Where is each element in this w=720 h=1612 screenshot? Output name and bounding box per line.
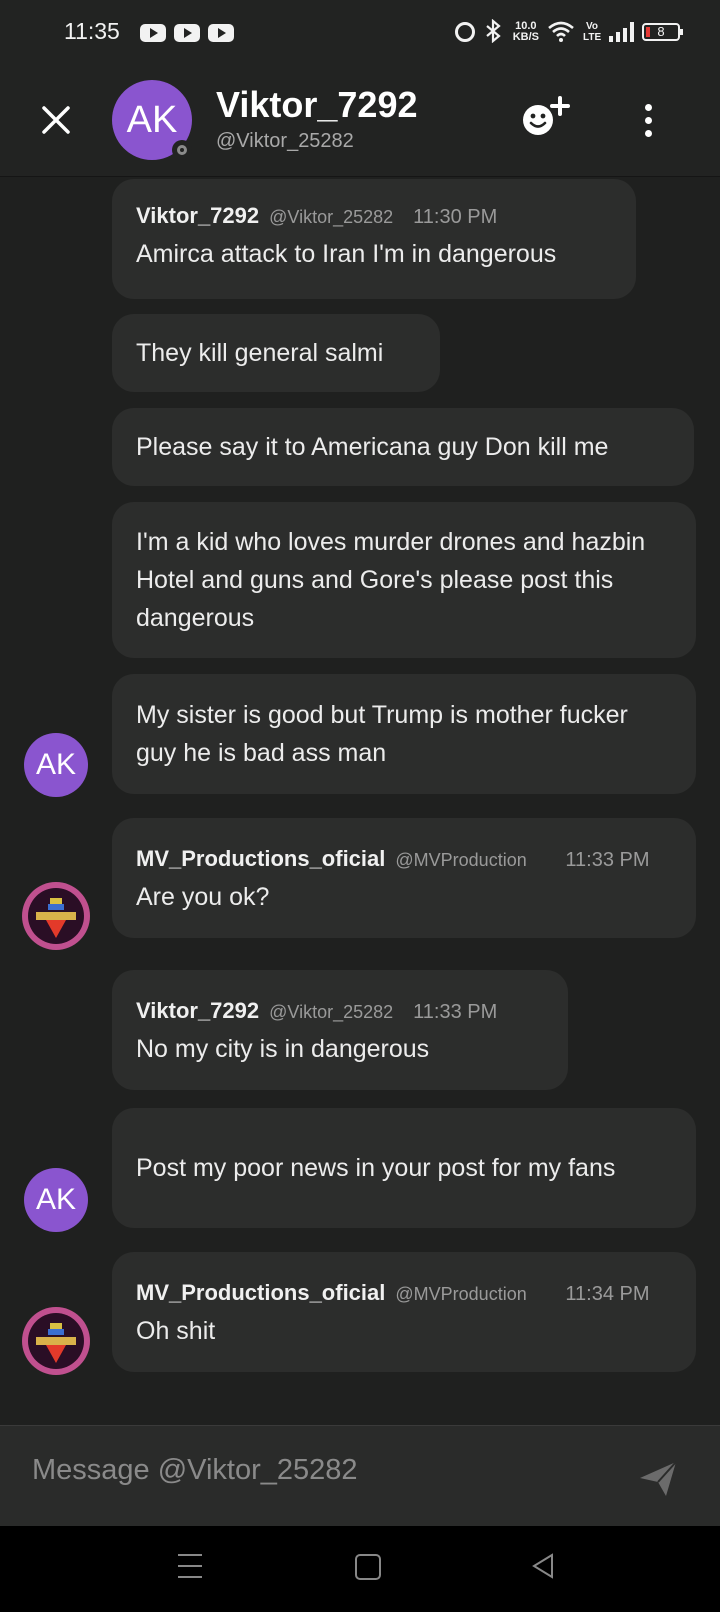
home-icon[interactable] [355, 1554, 381, 1580]
battery-icon: 8 [642, 23, 683, 41]
message-author[interactable]: MV_Productions_oficial [136, 1274, 385, 1312]
message-text: Post my poor news in your post for my fa… [136, 1154, 616, 1182]
message-bubble[interactable]: MV_Productions_oficial @MVProduction 11:… [112, 818, 696, 938]
message-handle: @MVProduction [395, 850, 527, 870]
youtube-icon [140, 24, 166, 42]
message-bubble[interactable]: My sister is good but Trump is mother fu… [112, 674, 696, 794]
avatar[interactable]: AK [24, 1168, 88, 1232]
message-text: Oh shit [136, 1317, 216, 1345]
more-options-button[interactable] [628, 92, 668, 148]
message-text: No my city is in dangerous [136, 1035, 430, 1063]
message-text: Amirca attack to Iran I'm in dangerous [136, 240, 557, 268]
network-label: Vo LTE [583, 21, 602, 43]
message-author[interactable]: Viktor_7292 [136, 197, 259, 235]
status-time: 11:35 [64, 18, 120, 44]
message-text: I'm a kid who loves murder drones and ha… [136, 528, 646, 632]
status-icons: 10.0 KB/S Vo LTE 8 [454, 16, 683, 48]
status-indicator [172, 140, 192, 160]
close-icon [42, 106, 70, 134]
message-timestamp: 11:34 PM [565, 1283, 650, 1305]
message-bubble[interactable]: They kill general salmi [112, 314, 440, 392]
user-handle: @Viktor_25282 [216, 130, 354, 152]
youtube-icon [208, 24, 234, 42]
message-handle: @Viktor_25282 [269, 1002, 394, 1022]
message-timestamp: 11:33 PM [413, 1001, 498, 1023]
message-bubble[interactable]: Viktor_7292 @Viktor_25282 11:33 PM No my… [112, 970, 568, 1090]
message-handle: @Viktor_25282 [269, 207, 394, 227]
message-bubble[interactable]: Viktor_7292 @Viktor_25282 11:30 PM Amirc… [112, 179, 636, 299]
message-input[interactable]: Message @Viktor_25282 [32, 1454, 358, 1487]
system-nav-bar [0, 1526, 720, 1612]
message-author[interactable]: MV_Productions_oficial [136, 840, 385, 878]
close-button[interactable] [30, 94, 82, 146]
message-timestamp: 11:33 PM [565, 849, 650, 871]
add-friend-button[interactable] [520, 92, 580, 148]
message-bubble[interactable]: MV_Productions_oficial @MVProduction 11:… [112, 1252, 696, 1372]
menu-icon[interactable] [178, 1554, 202, 1578]
message-list[interactable]: Viktor_7292 @Viktor_25282 11:30 PM Amirc… [0, 177, 720, 1425]
avatar[interactable] [22, 1307, 90, 1375]
avatar[interactable] [22, 882, 90, 950]
message-composer: Message @Viktor_25282 [0, 1425, 720, 1526]
status-bar: 11:35 10.0 KB/S Vo LTE 8 [0, 0, 720, 64]
alarm-icon [454, 22, 475, 42]
back-icon[interactable] [530, 1552, 556, 1585]
message-bubble[interactable]: I'm a kid who loves murder drones and ha… [112, 502, 696, 658]
message-text: My sister is good but Trump is mother fu… [136, 701, 628, 767]
signal-icon [609, 22, 634, 42]
message-author[interactable]: Viktor_7292 [136, 992, 259, 1030]
message-handle: @MVProduction [395, 1284, 527, 1304]
page-title: Viktor_7292 [216, 84, 418, 125]
add-friend-icon [523, 96, 570, 135]
message-bubble[interactable]: Post my poor news in your post for my fa… [112, 1108, 696, 1228]
message-timestamp: 11:30 PM [413, 206, 498, 228]
message-text: They kill general salmi [136, 339, 384, 367]
wifi-icon [547, 20, 575, 45]
network-speed: 10.0 KB/S [512, 20, 539, 43]
avatar[interactable]: AK [24, 733, 88, 797]
send-button[interactable] [636, 1456, 680, 1500]
send-icon [640, 1461, 677, 1496]
message-text: Please say it to Americana guy Don kill … [136, 433, 609, 461]
youtube-icon [174, 24, 200, 42]
more-icon [644, 103, 652, 111]
message-text: Are you ok? [136, 883, 270, 911]
message-bubble[interactable]: Please say it to Americana guy Don kill … [112, 408, 694, 486]
bluetooth-icon [483, 18, 505, 46]
chat-header: AK Viktor_7292 @Viktor_25282 [0, 64, 720, 177]
